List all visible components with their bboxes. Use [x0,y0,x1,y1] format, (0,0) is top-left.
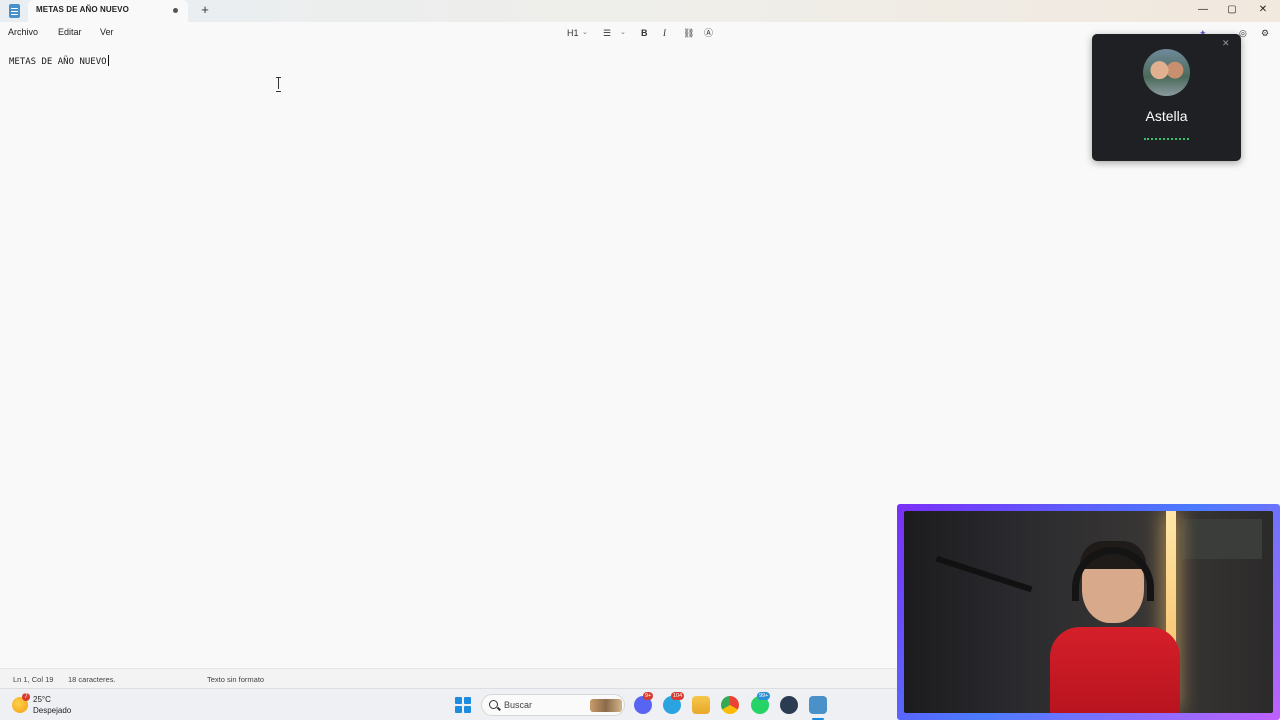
list-icon[interactable]: ☰ [603,26,611,40]
menu-bar: Archivo Editar Ver H1 ⌄ ☰ ⌄ B I ⛓ Ⓐ ✦ ◎ … [0,22,1280,44]
search-highlight-image [590,699,622,712]
taskbar-search[interactable]: Buscar [481,694,625,716]
chevron-down-icon: ⌄ [620,29,626,36]
ibeam-cursor-icon [275,77,282,92]
microphone-arm [935,555,1033,593]
weather-badge: 7 [22,693,30,701]
settings-icon[interactable]: ⚙ [1261,26,1269,40]
cursor-position: Ln 1, Col 19 [13,675,54,684]
call-popup[interactable]: ✕ Astella [1092,34,1241,161]
close-icon[interactable]: ✕ [1222,38,1230,49]
weather-temperature[interactable]: 25°C [33,695,51,704]
streamer [1050,541,1180,713]
discord-badge: 9+ [643,692,654,700]
minimize-button[interactable]: — [1195,2,1211,18]
close-button[interactable]: ✕ [1255,2,1271,18]
link-icon[interactable]: ⛓ [683,26,694,40]
caller-name: Astella [1145,108,1188,124]
whatsapp-badge: 99+ [757,692,771,700]
title-bar: METAS DE AÑO NUEVO + — ▢ ✕ [0,0,1280,22]
notepad-icon [9,4,20,18]
chrome-icon[interactable] [721,696,739,714]
menu-archivo[interactable]: Archivo [8,27,38,37]
heading-dropdown[interactable]: H1 [567,26,579,40]
editor-content[interactable]: METAS DE AÑO NUEVO [9,55,109,67]
calling-progress [1144,138,1189,140]
chevron-down-icon: ⌄ [582,29,588,36]
background-shelf [1182,519,1262,559]
menu-editar[interactable]: Editar [58,27,82,37]
weather-condition[interactable]: Despejado [33,706,71,715]
editor-text-line: METAS DE AÑO NUEVO [9,57,107,67]
bold-button[interactable]: B [641,26,648,40]
tab-title: METAS DE AÑO NUEVO [36,5,129,14]
clear-format-icon[interactable]: Ⓐ [704,26,713,40]
telegram-badge: 104 [671,692,685,700]
search-placeholder: Buscar [504,700,533,710]
text-format[interactable]: Texto sin formato [207,675,264,684]
menu-ver[interactable]: Ver [100,27,114,37]
windows-start-icon[interactable] [455,697,471,713]
character-count: 18 caracteres. [68,675,116,684]
caller-avatar [1143,49,1190,96]
steam-icon[interactable] [780,696,798,714]
webcam-overlay [897,504,1280,720]
maximize-button[interactable]: ▢ [1224,2,1240,18]
text-caret [107,55,109,66]
streamer-shirt [1050,627,1180,713]
new-tab-button[interactable]: + [198,2,212,18]
italic-button[interactable]: I [663,26,666,40]
webcam-video [904,511,1273,713]
search-icon [489,700,498,709]
file-explorer-icon[interactable] [692,696,710,714]
tab-metas[interactable]: METAS DE AÑO NUEVO [28,0,188,22]
unsaved-dot-icon[interactable] [173,8,178,13]
notepad-taskbar-icon[interactable] [809,696,827,714]
